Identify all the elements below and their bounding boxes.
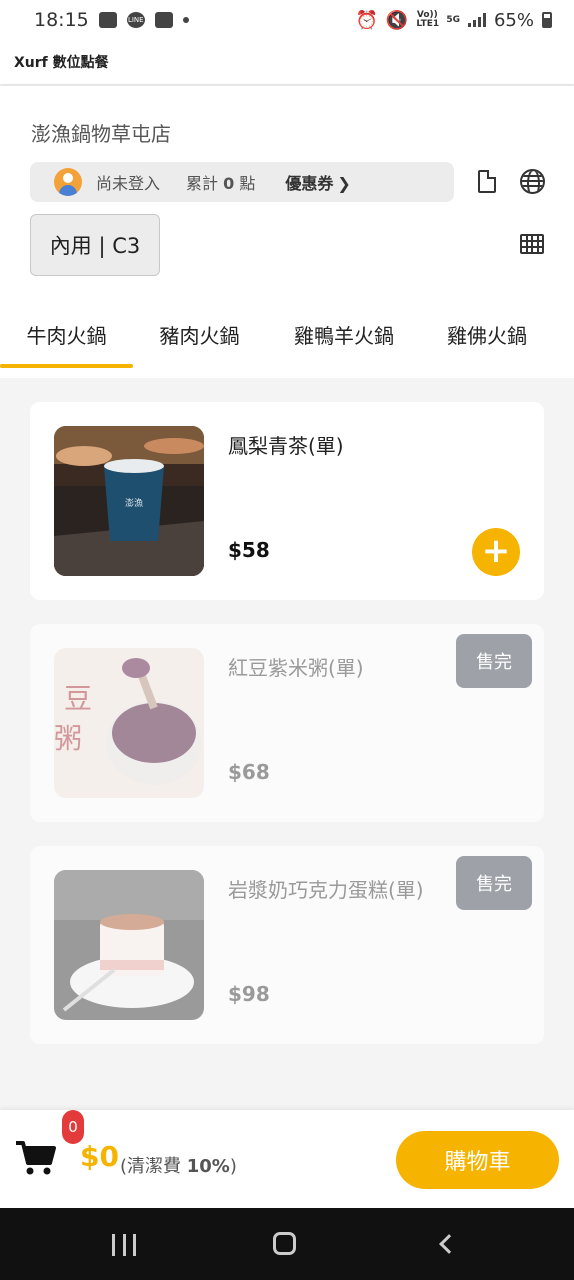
category-tabs: 牛肉火鍋 豬肉火鍋 雞鴨羊火鍋 雞佛火鍋 bbox=[0, 304, 574, 378]
store-name: 澎漁鍋物草屯店 bbox=[31, 122, 171, 146]
alarm-icon: ⏰ bbox=[355, 9, 378, 31]
recents-icon[interactable] bbox=[112, 1234, 136, 1256]
app-title: Xurf 數位點餐 bbox=[14, 55, 109, 71]
tab-pork-hotpot[interactable]: 豬肉火鍋 bbox=[133, 304, 266, 378]
tab-beef-hotpot[interactable]: 牛肉火鍋 bbox=[0, 304, 133, 378]
avatar bbox=[54, 168, 82, 196]
app-header: Xurf 數位點餐 bbox=[0, 40, 574, 84]
item-photo: 豆 粥 bbox=[54, 648, 204, 798]
battery-level: 65% bbox=[493, 9, 534, 31]
item-photo bbox=[54, 870, 204, 1020]
cart-bar: 0 $0 (清潔費 10%) 購物車 bbox=[0, 1110, 574, 1208]
battery-icon bbox=[542, 12, 552, 28]
clock: 18:15 bbox=[34, 9, 89, 31]
item-name: 紅豆紫米粥(單) bbox=[228, 656, 364, 680]
coupon-label: 優惠券 bbox=[285, 174, 334, 193]
mute-icon: 🔇 bbox=[385, 9, 409, 31]
grid-view-icon[interactable] bbox=[520, 234, 544, 254]
tab-poultry-lamb-hotpot[interactable]: 雞鴨羊火鍋 bbox=[266, 304, 422, 378]
item-price: $68 bbox=[228, 760, 270, 784]
line-icon: LINE bbox=[126, 12, 145, 28]
cart-total: $0 bbox=[80, 1140, 119, 1173]
item-photo: 澎漁 bbox=[54, 426, 204, 576]
svg-text:豆: 豆 bbox=[64, 682, 92, 715]
tab-label: 雞佛火鍋 bbox=[447, 324, 527, 348]
cleaning-fee-note: (清潔費 10%) bbox=[120, 1152, 237, 1178]
points-label: 累計 bbox=[186, 174, 219, 193]
fee-value: 10% bbox=[186, 1156, 230, 1177]
store-panel: 澎漁鍋物草屯店 尚未登入 累計 0 點 優惠券 ❯ 內用 | C3 牛肉火鍋 豬肉… bbox=[0, 86, 574, 378]
menu-item-card[interactable]: 岩漿奶巧克力蛋糕(單) $98 售完 bbox=[30, 846, 544, 1044]
status-right: ⏰ 🔇 Vo)) LTE1 5G 65% bbox=[355, 10, 552, 31]
item-name: 鳳梨青茶(單) bbox=[228, 434, 344, 458]
fee-suffix: ) bbox=[229, 1156, 237, 1177]
menu-item-card[interactable]: 澎漁 鳳梨青茶(單) $58 + bbox=[30, 402, 544, 600]
member-bar[interactable]: 尚未登入 累計 0 點 優惠券 ❯ bbox=[30, 162, 454, 202]
signal-icon bbox=[467, 13, 486, 27]
tab-label: 雞鴨羊火鍋 bbox=[294, 324, 394, 348]
cart-icon[interactable] bbox=[16, 1140, 56, 1176]
status-bar: 18:15 LINE ⏰ 🔇 Vo)) LTE1 5G 65% bbox=[0, 0, 574, 40]
points-unit: 點 bbox=[239, 174, 256, 193]
add-to-cart-button[interactable]: + bbox=[472, 528, 520, 576]
gallery-icon bbox=[98, 12, 117, 28]
item-name: 岩漿奶巧克力蛋糕(單) bbox=[228, 878, 424, 902]
points-value: 0 bbox=[223, 174, 235, 193]
back-icon[interactable] bbox=[439, 1234, 459, 1254]
system-nav-bar bbox=[0, 1208, 574, 1280]
svg-text:粥: 粥 bbox=[54, 722, 82, 755]
tab-label: 牛肉火鍋 bbox=[26, 324, 107, 348]
home-icon[interactable] bbox=[273, 1232, 296, 1255]
coupon-link[interactable]: 優惠券 ❯ bbox=[285, 170, 350, 194]
plus-icon: + bbox=[481, 531, 511, 571]
status-left: 18:15 LINE bbox=[34, 9, 189, 31]
chevron-right-icon: ❯ bbox=[337, 174, 351, 193]
sold-out-badge: 售完 bbox=[456, 856, 532, 910]
clock-app-icon bbox=[154, 12, 173, 28]
member-status: 尚未登入 bbox=[96, 174, 161, 193]
cart-button[interactable]: 購物車 bbox=[396, 1131, 559, 1189]
dine-mode-button[interactable]: 內用 | C3 bbox=[30, 214, 160, 276]
network-indicator: 5G bbox=[446, 14, 460, 25]
item-price: $98 bbox=[228, 982, 270, 1006]
svg-text:澎漁: 澎漁 bbox=[125, 497, 143, 509]
fee-prefix: (清潔費 bbox=[120, 1156, 187, 1177]
volte-indicator: Vo)) LTE1 bbox=[416, 10, 440, 29]
document-icon[interactable] bbox=[478, 170, 496, 193]
cart-count-badge: 0 bbox=[62, 1110, 84, 1144]
item-price: $58 bbox=[228, 538, 270, 562]
points-summary: 累計 0 點 bbox=[186, 170, 255, 194]
tab-chicken-hotpot[interactable]: 雞佛火鍋 bbox=[422, 304, 552, 378]
more-notifications-icon bbox=[182, 17, 189, 23]
menu-item-card[interactable]: 豆 粥 紅豆紫米粥(單) $68 售完 bbox=[30, 624, 544, 822]
tab-label: 豬肉火鍋 bbox=[159, 324, 240, 348]
globe-icon[interactable] bbox=[520, 169, 545, 194]
sold-out-badge: 售完 bbox=[456, 634, 532, 688]
